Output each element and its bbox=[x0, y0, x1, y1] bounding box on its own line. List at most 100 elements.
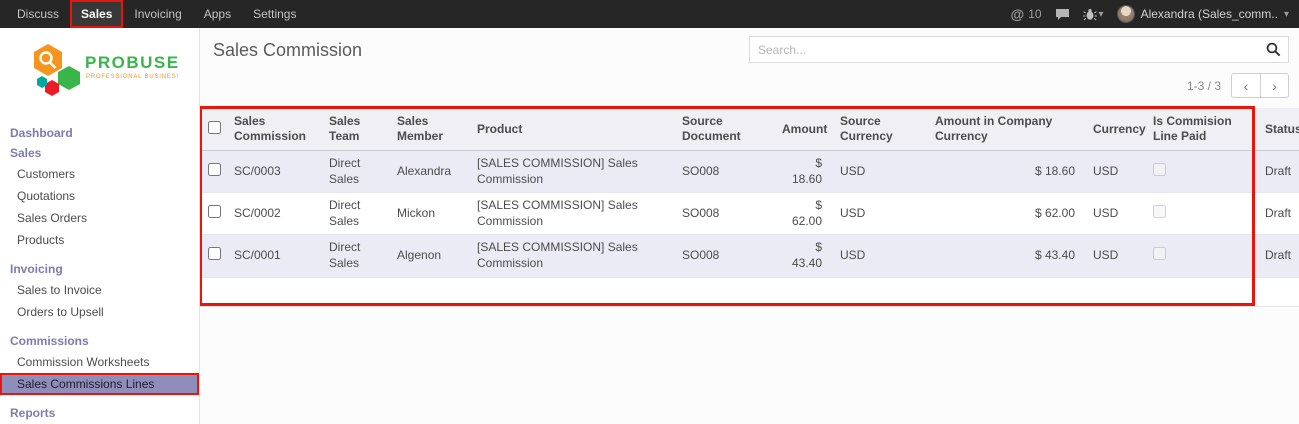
row-checkbox[interactable] bbox=[208, 247, 221, 260]
cell-member: Mickon bbox=[389, 193, 469, 235]
row-checkbox[interactable] bbox=[208, 205, 221, 218]
page-title: Sales Commission bbox=[213, 40, 362, 61]
pager-previous-button[interactable]: ‹ bbox=[1231, 73, 1260, 98]
col-status[interactable]: Status bbox=[1257, 108, 1299, 151]
pager-next-button[interactable]: › bbox=[1260, 73, 1289, 98]
row-select-cell bbox=[200, 235, 226, 277]
sidebar-item-orders-to-upsell[interactable]: Orders to Upsell bbox=[0, 301, 199, 323]
cell-amount-company: $ 43.40 bbox=[927, 235, 1085, 277]
menu-sales[interactable]: Sales bbox=[70, 0, 123, 28]
debug-menu-button[interactable]: ▾ bbox=[1083, 8, 1104, 21]
paid-checkbox bbox=[1153, 247, 1166, 260]
table-row[interactable]: SC/0003 Direct Sales Alexandra [SALES CO… bbox=[200, 151, 1299, 193]
col-amount-company-currency[interactable]: Amount in Company Currency bbox=[927, 108, 1085, 151]
cell-currency: USD bbox=[1085, 235, 1145, 277]
cell-status: Draft bbox=[1257, 151, 1299, 193]
cell-team: Direct Sales bbox=[321, 193, 389, 235]
sidebar-item-customers[interactable]: Customers bbox=[0, 163, 199, 185]
cell-team: Direct Sales bbox=[321, 151, 389, 193]
topbar: Discuss Sales Invoicing Apps Settings @ … bbox=[0, 0, 1299, 28]
sidebar-nav: Dashboard Sales Customers Quotations Sal… bbox=[0, 123, 199, 424]
cell-product: [SALES COMMISSION] Sales Commission bbox=[469, 151, 674, 193]
cell-source-currency: USD bbox=[832, 235, 927, 277]
search-button[interactable] bbox=[1258, 37, 1288, 62]
topbar-menus: Discuss Sales Invoicing Apps Settings bbox=[6, 0, 307, 28]
table-row[interactable]: SC/0001 Direct Sales Algenon [SALES COMM… bbox=[200, 235, 1299, 277]
messages-button[interactable] bbox=[1055, 8, 1070, 21]
brand-text: PROBUSE bbox=[85, 53, 178, 72]
commission-table: Sales Commission Sales Team Sales Member… bbox=[200, 108, 1299, 278]
search-input[interactable] bbox=[750, 39, 1258, 61]
avatar bbox=[1117, 5, 1135, 23]
search-box bbox=[749, 36, 1289, 63]
cell-member: Algenon bbox=[389, 235, 469, 277]
cell-paid bbox=[1145, 235, 1257, 277]
cell-name: SC/0001 bbox=[226, 235, 321, 277]
control-panel: Sales Commission 1-3 / 3 ‹ › bbox=[200, 28, 1299, 98]
row-checkbox[interactable] bbox=[208, 163, 221, 176]
bug-icon bbox=[1083, 8, 1097, 21]
pager: ‹ › bbox=[1231, 73, 1289, 98]
sidebar-item-quotations[interactable]: Quotations bbox=[0, 185, 199, 207]
sidebar-heading-sales[interactable]: Sales bbox=[0, 143, 199, 163]
col-sales-commission[interactable]: Sales Commission bbox=[226, 108, 321, 151]
search-icon bbox=[1266, 42, 1281, 57]
cell-amount: $ 62.00 bbox=[774, 193, 832, 235]
chat-icon bbox=[1055, 8, 1070, 21]
col-product[interactable]: Product bbox=[469, 108, 674, 151]
cell-amount-company: $ 18.60 bbox=[927, 151, 1085, 193]
menu-settings[interactable]: Settings bbox=[242, 0, 307, 28]
mention-count: 10 bbox=[1028, 7, 1041, 21]
col-source-currency[interactable]: Source Currency bbox=[832, 108, 927, 151]
paid-checkbox bbox=[1153, 205, 1166, 218]
logo-hexagon-green bbox=[58, 66, 80, 90]
logo-hexagon-orange bbox=[34, 44, 62, 76]
cell-source-document: SO008 bbox=[674, 151, 774, 193]
sidebar-item-sales-orders[interactable]: Sales Orders bbox=[0, 207, 199, 229]
select-all-cell bbox=[200, 108, 226, 151]
pager-range: 1-3 / 3 bbox=[1187, 79, 1221, 93]
menu-apps[interactable]: Apps bbox=[193, 0, 242, 28]
menu-discuss[interactable]: Discuss bbox=[6, 0, 70, 28]
commission-list-view: Sales Commission Sales Team Sales Member… bbox=[200, 108, 1299, 307]
cell-product: [SALES COMMISSION] Sales Commission bbox=[469, 193, 674, 235]
user-menu[interactable]: Alexandra (Sales_comm.. ▾ bbox=[1117, 5, 1289, 23]
row-select-cell bbox=[200, 193, 226, 235]
cell-member: Alexandra bbox=[389, 151, 469, 193]
sidebar-item-products[interactable]: Products bbox=[0, 229, 199, 251]
col-sales-team[interactable]: Sales Team bbox=[321, 108, 389, 151]
cell-name: SC/0002 bbox=[226, 193, 321, 235]
sidebar-heading-invoicing[interactable]: Invoicing bbox=[0, 259, 199, 279]
caret-down-icon: ▾ bbox=[1099, 9, 1104, 20]
company-logo: PROBUSE PROFESSIONAL BUSINESS bbox=[0, 28, 199, 111]
paid-checkbox bbox=[1153, 163, 1166, 176]
cell-product: [SALES COMMISSION] Sales Commission bbox=[469, 235, 674, 277]
caret-down-icon: ▾ bbox=[1284, 9, 1289, 20]
select-all-checkbox[interactable] bbox=[208, 121, 221, 134]
mention-counter[interactable]: @ 10 bbox=[1011, 6, 1042, 22]
table-header-row: Sales Commission Sales Team Sales Member… bbox=[200, 108, 1299, 151]
cell-source-currency: USD bbox=[832, 193, 927, 235]
main-content: Sales Commission 1-3 / 3 ‹ › bbox=[200, 28, 1299, 424]
cell-amount-company: $ 62.00 bbox=[927, 193, 1085, 235]
cell-amount: $ 18.60 bbox=[774, 151, 832, 193]
sidebar-heading-dashboard[interactable]: Dashboard bbox=[0, 123, 199, 143]
col-currency[interactable]: Currency bbox=[1085, 108, 1145, 151]
sidebar-item-sales-to-invoice[interactable]: Sales to Invoice bbox=[0, 279, 199, 301]
sidebar-item-commission-worksheets[interactable]: Commission Worksheets bbox=[0, 351, 199, 373]
col-source-document[interactable]: Source Document bbox=[674, 108, 774, 151]
cell-paid bbox=[1145, 193, 1257, 235]
cell-team: Direct Sales bbox=[321, 235, 389, 277]
sidebar-item-sales-commissions-lines[interactable]: Sales Commissions Lines bbox=[0, 373, 199, 395]
menu-invoicing[interactable]: Invoicing bbox=[123, 0, 192, 28]
sidebar-heading-commissions[interactable]: Commissions bbox=[0, 331, 199, 351]
sidebar-heading-reports[interactable]: Reports bbox=[0, 403, 199, 423]
cell-source-document: SO008 bbox=[674, 235, 774, 277]
table-row[interactable]: SC/0002 Direct Sales Mickon [SALES COMMI… bbox=[200, 193, 1299, 235]
col-amount[interactable]: Amount bbox=[774, 108, 832, 151]
sidebar: PROBUSE PROFESSIONAL BUSINESS Dashboard … bbox=[0, 28, 200, 424]
col-sales-member[interactable]: Sales Member bbox=[389, 108, 469, 151]
cell-source-document: SO008 bbox=[674, 193, 774, 235]
cell-status: Draft bbox=[1257, 193, 1299, 235]
col-is-commission-line-paid[interactable]: Is Commision Line Paid bbox=[1145, 108, 1257, 151]
